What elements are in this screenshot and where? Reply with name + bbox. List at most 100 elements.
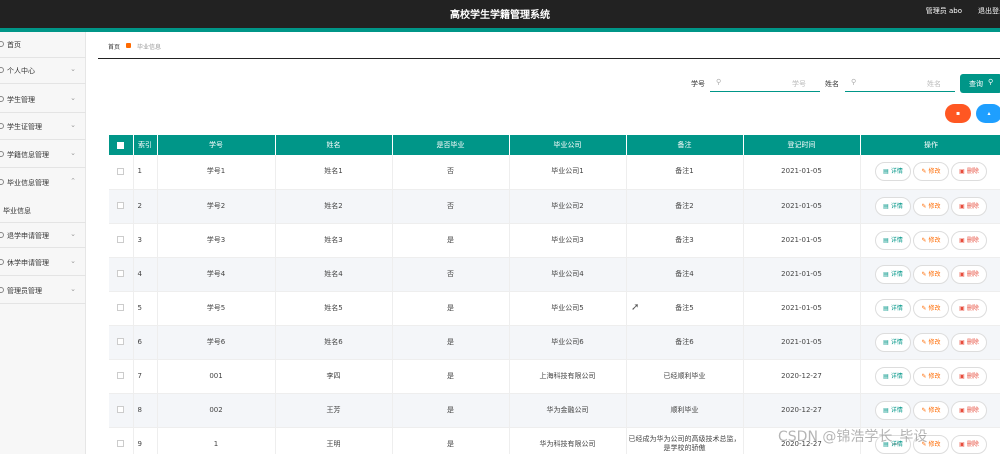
column-header: 登记时间 — [743, 135, 861, 155]
sidebar-item-label: 学生管理 — [7, 96, 35, 104]
row-select-cell[interactable] — [109, 155, 134, 190]
sidebar-item-enrollment-info-management[interactable]: 学籍信息管理 ⌄ — [0, 142, 86, 168]
query-button[interactable]: 查询 ⚲ — [960, 74, 1000, 93]
row-select-cell[interactable] — [109, 359, 134, 394]
table-cell: 001 — [157, 359, 276, 394]
row-checkbox[interactable] — [117, 406, 125, 413]
add-button[interactable]: ▴ — [976, 104, 1000, 123]
detail-button[interactable]: ▤ 详情 — [875, 332, 911, 352]
current-user: 管理员 abo — [925, 7, 962, 15]
table-cell: 8 — [133, 393, 158, 428]
delete-button[interactable]: ▣ 删除 — [951, 400, 987, 420]
student-name-label: 姓名 — [825, 80, 839, 88]
menu-icon — [0, 96, 4, 102]
select-all-cell[interactable] — [109, 135, 134, 155]
sidebar-item-label: 管理员管理 — [7, 287, 42, 295]
edit-button[interactable]: ✎ 修改 — [913, 230, 949, 250]
delete-button[interactable]: ▣ 删除 — [951, 196, 987, 216]
breadcrumb-home[interactable]: 首页 — [108, 42, 120, 51]
sidebar-item-student-card-management[interactable]: 学生证管理 ⌄ — [0, 114, 86, 140]
delete-button[interactable]: ▣ 删除 — [951, 434, 987, 454]
detail-label: 详情 — [890, 338, 903, 346]
row-checkbox[interactable] — [117, 304, 125, 311]
sidebar-item-student-management[interactable]: 学生管理 ⌄ — [0, 87, 86, 113]
row-select-cell[interactable] — [109, 257, 134, 292]
delete-label: 删除 — [966, 304, 979, 312]
table-cell: 否 — [392, 257, 510, 292]
row-checkbox[interactable] — [117, 270, 125, 277]
table-cell: 华为金融公司 — [509, 393, 627, 428]
column-header: 备注 — [626, 135, 744, 155]
edit-button[interactable]: ✎ 修改 — [913, 366, 949, 386]
table-cell: 2020-12-27 — [743, 393, 861, 428]
delete-label: 删除 — [966, 440, 979, 448]
edit-button[interactable]: ✎ 修改 — [913, 298, 949, 318]
table-cell: 是 — [392, 359, 510, 394]
sidebar-item-admin-management[interactable]: 管理员管理 ⌄ — [0, 278, 86, 304]
sidebar-item-home[interactable]: 首页 — [0, 32, 86, 58]
detail-button[interactable]: ▤ 详情 — [875, 264, 911, 284]
table-cell: 学号5 — [157, 291, 276, 326]
row-checkbox[interactable] — [117, 202, 125, 209]
detail-button[interactable]: ▤ 详情 — [875, 196, 911, 216]
sidebar-item-dropout-management[interactable]: 退学申请管理 ⌄ — [0, 222, 86, 248]
table-cell: 是 — [392, 223, 510, 258]
delete-button[interactable]: ▣ 删除 — [951, 162, 987, 182]
row-checkbox[interactable] — [117, 372, 125, 379]
table-cell: 备注1 — [626, 155, 744, 190]
delete-button[interactable]: ▣ 删除 — [951, 332, 987, 352]
sidebar-item-label: 个人中心 — [7, 67, 35, 75]
delete-selected-button[interactable]: ▪ — [945, 104, 971, 123]
edit-button[interactable]: ✎ 修改 — [913, 196, 949, 216]
row-checkbox[interactable] — [117, 167, 125, 175]
student-id-input[interactable]: ⚲ 学号 — [710, 75, 820, 92]
detail-button[interactable]: ▤ 详情 — [875, 230, 911, 250]
student-name-input[interactable]: ⚲ 姓名 — [845, 75, 955, 92]
edit-button[interactable]: ✎ 修改 — [913, 332, 949, 352]
table-cell: 否 — [392, 155, 510, 190]
row-select-cell[interactable] — [109, 291, 134, 326]
row-checkbox[interactable] — [117, 338, 125, 345]
menu-icon — [0, 179, 4, 185]
delete-button[interactable]: ▣ 删除 — [951, 264, 987, 284]
trash-icon: ▣ — [959, 372, 965, 380]
delete-button[interactable]: ▣ 删除 — [951, 298, 987, 318]
row-actions-cell: ▤ 详情 ✎ 修改 ▣ 删除 — [860, 155, 1000, 190]
table-cell: 2021-01-05 — [743, 155, 861, 190]
detail-button[interactable]: ▤ 详情 — [875, 400, 911, 420]
trash-icon: ▣ — [959, 440, 965, 448]
row-select-cell[interactable] — [109, 223, 134, 258]
detail-button[interactable]: ▤ 详情 — [875, 162, 911, 182]
row-select-cell[interactable] — [109, 325, 134, 360]
row-select-cell[interactable] — [109, 393, 134, 428]
edit-button[interactable]: ✎ 修改 — [913, 264, 949, 284]
sidebar-subitem-graduation-info[interactable]: 毕业信息 — [0, 198, 86, 222]
edit-label: 修改 — [928, 236, 941, 244]
table-cell: 王芳 — [275, 393, 393, 428]
sidebar-item-personal-center[interactable]: 个人中心 ⌄ — [0, 58, 86, 84]
detail-button[interactable]: ▤ 详情 — [875, 298, 911, 318]
delete-button[interactable]: ▣ 删除 — [951, 366, 987, 386]
row-select-cell[interactable] — [109, 427, 134, 454]
detail-label: 详情 — [890, 270, 903, 278]
menu-icon — [0, 259, 4, 265]
table-row: 8 002 王芳是华为金融公司 顺利毕业 2020-12-27 ▤ 详情 ✎ 修改 ▣ 删除 — [109, 393, 1000, 428]
edit-button[interactable]: ✎ 修改 — [913, 162, 949, 182]
row-actions-cell: ▤ 详情 ✎ 修改 ▣ 删除 — [860, 189, 1000, 224]
sidebar-item-graduation-info-management[interactable]: 毕业信息管理 ⌃ — [0, 170, 86, 196]
edit-icon: ✎ — [921, 304, 927, 312]
detail-icon: ▤ — [883, 406, 889, 414]
edit-label: 修改 — [928, 270, 941, 278]
table-row: 1 学号1 姓名1 否毕业公司1 备注1 2021-01-05 ▤ 详情 ✎ 修改 ▣ 删除 — [109, 155, 1000, 190]
row-checkbox[interactable] — [117, 440, 125, 447]
delete-button[interactable]: ▣ 删除 — [951, 230, 987, 250]
sidebar-item-suspension-management[interactable]: 休学申请管理 ⌄ — [0, 250, 86, 276]
detail-button[interactable]: ▤ 详情 — [875, 366, 911, 386]
row-select-cell[interactable] — [109, 189, 134, 224]
logout-link[interactable]: 退出登录 — [978, 6, 1000, 16]
edit-button[interactable]: ✎ 修改 — [913, 400, 949, 420]
table-cell: 学号2 — [157, 189, 276, 224]
select-all-checkbox[interactable] — [117, 141, 125, 149]
delete-label: 删除 — [966, 236, 979, 244]
row-checkbox[interactable] — [117, 236, 125, 243]
